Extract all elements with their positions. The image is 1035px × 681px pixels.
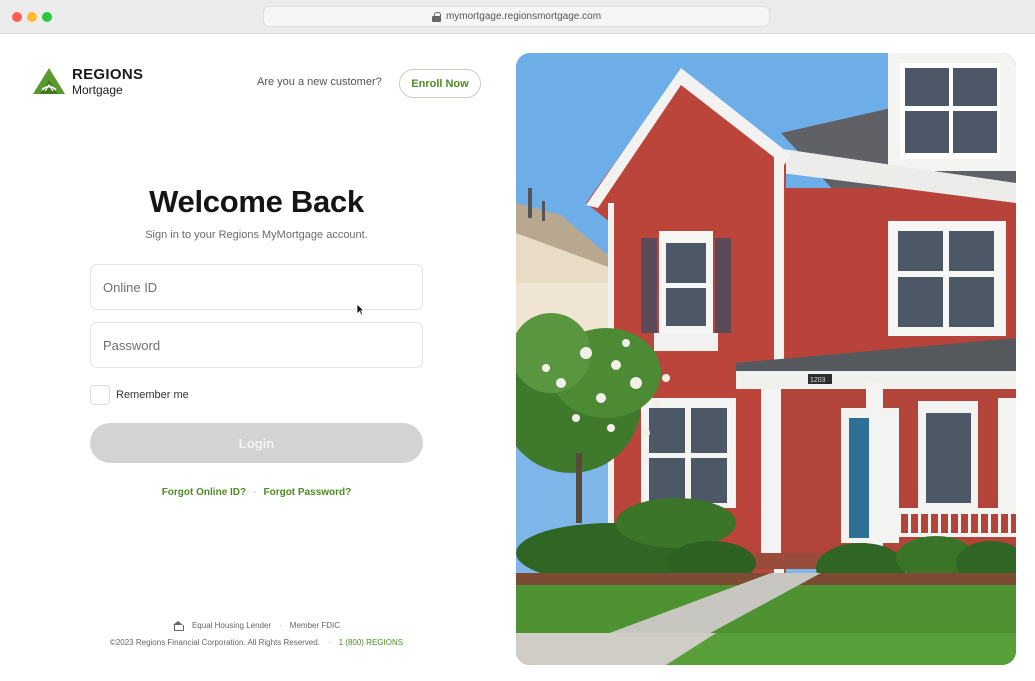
regions-mortgage-logo[interactable]: REGIONS Mortgage [32,66,143,96]
equal-housing-icon [172,621,185,631]
copyright-text: ©2023 Regions Financial Corporation. All… [109,638,320,647]
footer-disclosures: Equal Housing Lender · Member FDIC [90,621,423,631]
forgot-separator: · [253,487,257,498]
online-id-field-container [90,264,423,310]
remember-me-label[interactable]: Remember me [116,389,189,401]
browser-toolbar: mymortgage.regionsmortgage.com [0,0,1035,34]
logo-product-name: Mortgage [72,82,123,97]
url-text: mymortgage.regionsmortgage.com [445,11,602,22]
page-title: Welcome Back [149,184,364,219]
footer-separator: · [279,621,282,630]
house-number-plaque: 1203 [810,377,826,384]
mouse-cursor-icon [356,303,365,316]
forgot-links: Forgot Online ID? · Forgot Password? [90,487,423,498]
forgot-online-id-link[interactable]: Forgot Online ID? [162,487,246,498]
online-id-input[interactable] [91,265,422,309]
house-photo: 1203 [516,53,1016,665]
close-window-button[interactable] [12,12,22,22]
remember-me-checkbox[interactable] [90,385,110,405]
regions-logo-icon [33,68,65,94]
password-field-container [90,322,423,368]
forgot-password-link[interactable]: Forgot Password? [263,487,351,498]
minimize-window-button[interactable] [27,12,37,22]
footer-separator-2: · [327,638,331,647]
member-fdic-text: Member FDIC [289,621,341,630]
footer-copyright-row: ©2023 Regions Financial Corporation. All… [90,638,423,647]
page-subtitle: Sign in to your Regions MyMortgage accou… [145,229,368,241]
remember-me-row: Remember me [90,385,189,405]
password-input[interactable] [91,323,422,367]
phone-link[interactable]: 1 (800) REGIONS [339,638,403,647]
address-bar[interactable]: mymortgage.regionsmortgage.com [263,6,770,27]
logo-brand-name: REGIONS [72,65,144,83]
equal-housing-lender-text: Equal Housing Lender [191,621,272,630]
enroll-now-button[interactable]: Enroll Now [399,69,481,98]
lock-icon [431,11,441,22]
new-customer-text: Are you a new customer? [257,76,382,88]
maximize-window-button[interactable] [42,12,52,22]
login-button[interactable]: Login [90,423,423,463]
